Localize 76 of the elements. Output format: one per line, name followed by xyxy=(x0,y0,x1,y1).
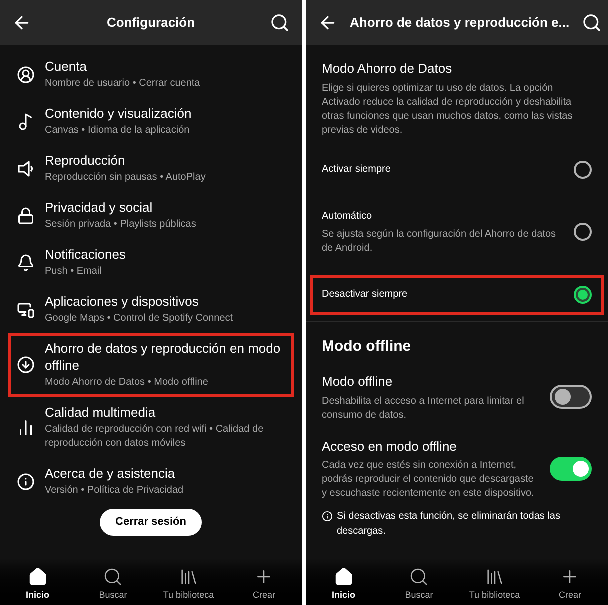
setting-description: Cada vez que estés sin conexión a Internet, podrás reproducir el contenido que descargaste y escuchaste recientemente en este dispositivo. xyxy=(322,459,536,501)
nav-tab[interactable]: Buscar xyxy=(384,566,454,602)
item-title: Reproducción xyxy=(45,152,126,169)
radio-option[interactable]: Activar siempre xyxy=(310,150,604,190)
radio-button[interactable] xyxy=(574,286,592,304)
toggle-switch[interactable] xyxy=(550,456,592,481)
nav-tab[interactable]: Buscar xyxy=(78,566,148,602)
item-title: Ahorro de datos y reproducción en modo offline xyxy=(45,340,282,374)
search-button[interactable] xyxy=(582,12,602,32)
search-icon xyxy=(409,566,430,586)
setting-description: Deshabilita el acceso a Internet para limitar el consumo de datos. xyxy=(322,394,526,422)
nav-tab[interactable]: Crear xyxy=(229,566,300,602)
search-button[interactable] xyxy=(270,12,290,32)
settings-item[interactable]: Cuenta Nombre de usuario • Cerrar cuenta xyxy=(8,51,294,98)
item-subtitle: Nombre de usuario • Cerrar cuenta xyxy=(45,77,200,91)
radio-button[interactable] xyxy=(574,160,592,178)
settings-item[interactable]: Calidad multimedia Calidad de reproducción con red wifi • Calidad de reproducción con datos móviles xyxy=(8,397,294,458)
toggle-switch[interactable] xyxy=(550,385,592,410)
item-subtitle: Google Maps • Control de Spotify Connect xyxy=(45,312,234,326)
screen-title: Configuración xyxy=(106,14,196,32)
nav-tab[interactable]: Inicio xyxy=(2,566,73,602)
item-subtitle: Push • Email xyxy=(45,265,103,279)
home-icon xyxy=(334,566,354,586)
item-title: Contenido y visualización xyxy=(45,105,192,122)
item-title: Acerca de y asistencia xyxy=(45,465,176,482)
nav-tab[interactable]: Tu biblioteca xyxy=(154,566,224,602)
section-heading: Modo offline xyxy=(322,336,412,356)
item-title: Calidad multimedia xyxy=(45,404,157,421)
info-icon xyxy=(17,472,35,490)
item-subtitle: Calidad de reproducción con red wifi • Calidad de reproducción con datos móviles xyxy=(45,423,265,451)
settings-item[interactable]: Ahorro de datos y reproducción en modo offline Modo Ahorro de Datos • Modo offline xyxy=(8,333,294,397)
home-icon xyxy=(28,566,48,586)
item-title: Privacidad y social xyxy=(45,199,154,216)
radio-option[interactable]: Desactivar siempre xyxy=(310,274,604,314)
lock-icon xyxy=(17,206,35,224)
setting-title: Modo offline xyxy=(322,373,394,391)
library-icon xyxy=(484,566,505,586)
nav-tab[interactable]: Inicio xyxy=(308,566,379,602)
item-subtitle: Canvas • Idioma de la aplicación xyxy=(45,124,191,138)
music-note-icon xyxy=(17,112,35,130)
settings-item[interactable]: Acerca de y asistencia Versión • Política de Privacidad xyxy=(8,458,294,505)
setting-title: Acceso en modo offline xyxy=(322,438,458,456)
bars-icon xyxy=(17,418,35,436)
warning-note: Si desactivas esta función, se eliminarán todas las descargas. xyxy=(337,510,562,539)
search-icon xyxy=(103,566,124,586)
item-subtitle: Sesión privada • Playlists públicas xyxy=(45,218,196,232)
settings-item[interactable]: Privacidad y social Sesión privada • Playlists públicas xyxy=(8,192,294,239)
item-subtitle: Reproducción sin pausas • AutoPlay xyxy=(45,171,206,185)
download-icon xyxy=(17,356,35,374)
option-label: Desactivar siempre xyxy=(322,288,409,302)
devices-icon xyxy=(17,300,35,318)
bell-icon xyxy=(17,254,35,272)
screen-title: Ahorro de datos y reproducción e... xyxy=(350,14,570,32)
option-label: Activar siempre xyxy=(322,163,392,177)
info-icon xyxy=(322,511,333,522)
speaker-icon xyxy=(17,160,35,178)
item-title: Notificaciones xyxy=(45,246,126,263)
settings-item[interactable]: Reproducción Reproducción sin pausas • AutoPlay xyxy=(8,145,294,192)
logout-button[interactable]: Cerrar sesión xyxy=(100,509,202,536)
section-description: Elige si quieres optimizar tu uso de datos. La opción Activado reduce la calidad de reproducción y deshabilita otras funciones que usan muchos datos, como las vistas previas de videos. xyxy=(322,82,574,138)
item-title: Cuenta xyxy=(45,58,88,75)
item-subtitle: Versión • Política de Privacidad xyxy=(45,484,184,498)
radio-option[interactable]: Automático Se ajusta según la configuración del Ahorro de datos de Android. xyxy=(310,198,604,266)
section-title: Modo Ahorro de Datos xyxy=(322,60,454,78)
option-label: Automático xyxy=(322,210,374,224)
nav-tab[interactable]: Tu biblioteca xyxy=(460,566,530,602)
library-icon xyxy=(178,566,199,586)
item-title: Aplicaciones y dispositivos xyxy=(45,293,200,310)
radio-button[interactable] xyxy=(574,223,592,241)
option-description: Se ajusta según la configuración del Ahorro de datos de Android. xyxy=(322,228,558,256)
settings-item[interactable]: Notificaciones Push • Email xyxy=(8,239,294,286)
nav-tab[interactable]: Crear xyxy=(535,566,606,602)
item-subtitle: Modo Ahorro de Datos • Modo offline xyxy=(45,376,210,390)
user-icon xyxy=(17,66,35,84)
settings-item[interactable]: Aplicaciones y dispositivos Google Maps • Control de Spotify Connect xyxy=(8,286,294,333)
settings-item[interactable]: Contenido y visualización Canvas • Idioma de la aplicación xyxy=(8,98,294,145)
